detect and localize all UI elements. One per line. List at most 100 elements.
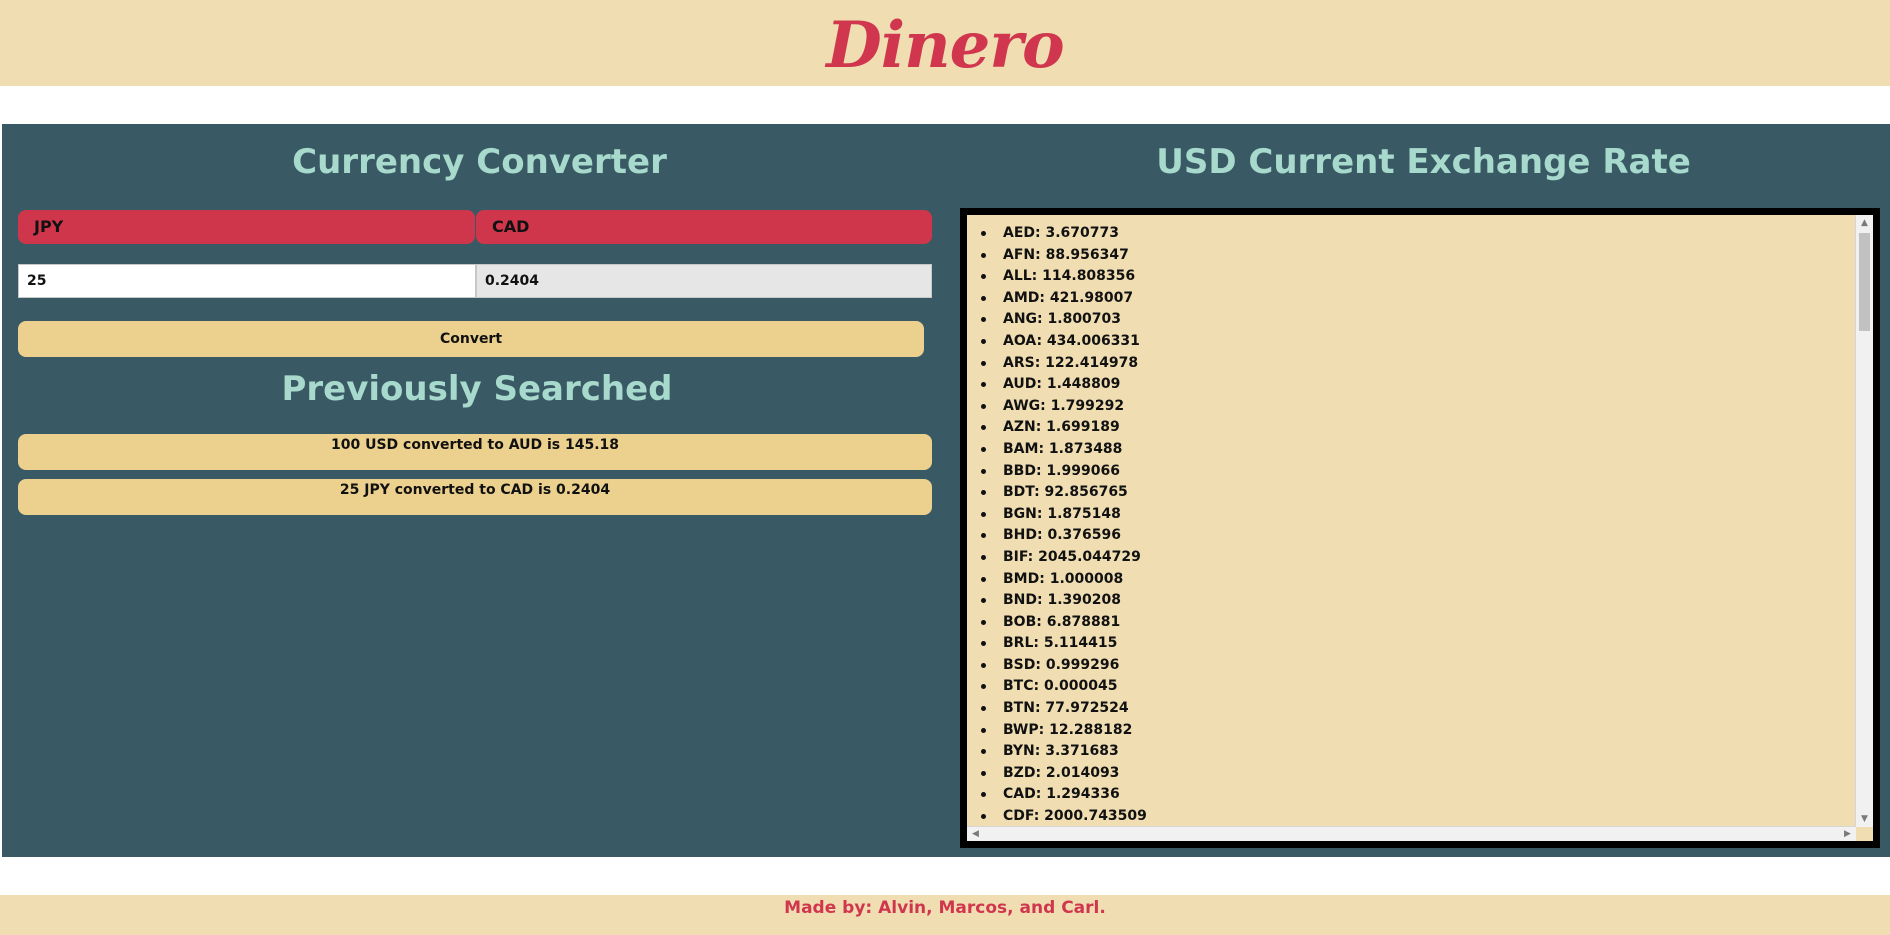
to-currency-select[interactable]: CAD [476,210,932,244]
bullet-icon [981,425,986,431]
history-item[interactable]: 100 USD converted to AUD is 145.18 [18,434,932,470]
exchange-rate-item: ANG: 1.800703 [977,311,1147,333]
exchange-rate-item: BMD: 1.000008 [977,571,1147,593]
exchange-rate-list: AED: 3.670773 AFN: 88.956347 ALL: 114.8083… [977,225,1147,830]
exchange-rate-item: AUD: 1.448809 [977,376,1147,398]
bullet-icon [981,231,986,236]
bullet-icon [981,641,986,647]
exchange-rate-item: CAD: 1.294336 [977,786,1147,808]
exchange-rate-text: BBD: 1.999066 [1003,462,1120,479]
exchange-rate-item: BSD: 0.999296 [977,657,1147,679]
bullet-icon [981,598,986,604]
bullet-icon [981,684,986,690]
from-currency-select[interactable]: JPY [18,210,475,244]
convert-button[interactable]: Convert [18,321,924,357]
exchange-rate-text: ANG: 1.800703 [1003,311,1122,328]
bullet-icon [981,360,986,366]
exchange-rate-text: BMD: 1.000008 [1003,570,1124,587]
exchange-rate-text: CDF: 2000.743509 [1003,808,1147,825]
exchange-rate-panel: AED: 3.670773 AFN: 88.956347 ALL: 114.8083… [960,208,1880,848]
exchange-rate-item: BZD: 2.014093 [977,765,1147,787]
bullet-icon [981,792,986,798]
exchange-rate-text: BWP: 12.288182 [1003,721,1133,738]
bullet-icon [981,446,986,452]
exchange-rate-item: BWP: 12.288182 [977,722,1147,744]
bullet-icon [981,554,986,560]
scroll-up-arrow-icon[interactable]: ▲ [1856,215,1873,231]
bullet-icon [981,814,986,820]
exchange-rate-item: BYN: 3.371683 [977,743,1147,765]
exchange-rate-text: BTC: 0.000045 [1003,678,1118,695]
bullet-icon [981,576,986,582]
exchange-rate-text: BZD: 2.014093 [1003,764,1120,781]
exchange-rate-text: AOA: 434.006331 [1003,332,1140,349]
bullet-icon [981,490,986,496]
bullet-icon [981,317,986,323]
scroll-left-arrow-icon[interactable]: ◀ [967,826,984,841]
bullet-icon [981,295,986,301]
exchange-rate-item: BGN: 1.875148 [977,506,1147,528]
exchange-rate-item: AMD: 421.98007 [977,290,1147,312]
exchange-rate-item: BRL: 5.114415 [977,635,1147,657]
history-title: Previously Searched [281,369,673,409]
scroll-right-arrow-icon[interactable]: ▶ [1839,826,1856,841]
scroll-down-arrow-icon[interactable]: ▼ [1856,811,1873,827]
horizontal-scrollbar[interactable]: ◀ ▶ [967,826,1856,841]
bullet-icon [981,252,986,258]
converter-title: Currency Converter [292,142,667,182]
exchange-rate-item: AOA: 434.006331 [977,333,1147,355]
bullet-icon [981,662,986,668]
exchange-rate-text: CAD: 1.294336 [1003,786,1120,803]
exchange-rate-text: AUD: 1.448809 [1003,376,1121,393]
exchange-rate-item: BIF: 2045.044729 [977,549,1147,571]
exchange-rate-text: AMD: 421.98007 [1003,289,1134,306]
site-logo: Dinero [826,8,1064,83]
exchange-rate-item: AFN: 88.956347 [977,247,1147,269]
bullet-icon [981,511,986,517]
exchange-rate-text: AED: 3.670773 [1003,225,1119,241]
history-item[interactable]: 25 JPY converted to CAD is 0.2404 [18,479,932,515]
exchange-rate-item: BTN: 77.972524 [977,700,1147,722]
exchange-rate-item: BAM: 1.873488 [977,441,1147,463]
exchange-rate-item: BBD: 1.999066 [977,463,1147,485]
exchange-rate-text: BTN: 77.972524 [1003,700,1129,717]
bullet-icon [981,403,986,409]
exchange-rate-text: BHD: 0.376596 [1003,527,1121,544]
exchange-rate-text: BDT: 92.856765 [1003,484,1128,501]
exchange-rate-text: BOB: 6.878881 [1003,613,1121,630]
bullet-icon [981,382,986,388]
exchange-rate-text: BSD: 0.999296 [1003,656,1120,673]
exchange-rate-text: BGN: 1.875148 [1003,505,1121,522]
exchange-rate-item: ARS: 122.414978 [977,355,1147,377]
exchange-rate-text: ALL: 114.808356 [1003,268,1136,285]
vertical-scroll-thumb[interactable] [1859,233,1870,331]
exchange-rate-text: BND: 1.390208 [1003,592,1121,609]
exchange-rate-scroll-area[interactable]: AED: 3.670773 AFN: 88.956347 ALL: 114.8083… [967,215,1873,841]
exchange-rate-text: AZN: 1.699189 [1003,419,1120,436]
vertical-scrollbar[interactable]: ▲ ▼ [1855,215,1873,827]
exchange-rate-text: ARS: 122.414978 [1003,354,1139,371]
exchange-rate-item: AZN: 1.699189 [977,419,1147,441]
exchange-rate-item: AED: 3.670773 [977,225,1147,247]
exchange-rate-item: BDT: 92.856765 [977,484,1147,506]
exchange-rate-item: BHD: 0.376596 [977,527,1147,549]
bullet-icon [981,770,986,776]
exchange-rate-text: AWG: 1.799292 [1003,397,1125,414]
exchange-rate-title: USD Current Exchange Rate [1156,142,1691,182]
exchange-rate-text: BAM: 1.873488 [1003,440,1123,457]
bullet-icon [981,274,986,280]
bullet-icon [981,749,986,755]
site-header: Dinero [0,0,1890,86]
bullet-icon [981,533,986,539]
bullet-icon [981,338,986,344]
exchange-rate-item: BND: 1.390208 [977,592,1147,614]
exchange-rate-text: AFN: 88.956347 [1003,246,1129,263]
amount-input[interactable]: 25 [18,264,476,298]
exchange-rate-text: BIF: 2045.044729 [1003,548,1141,565]
bullet-icon [981,727,986,733]
main-panel: Currency Converter JPY CAD 25 0.2404 Con… [2,124,1890,857]
bullet-icon [981,619,986,625]
exchange-rate-text: BRL: 5.114415 [1003,635,1118,652]
result-field: 0.2404 [476,264,932,298]
exchange-rate-item: ALL: 114.808356 [977,268,1147,290]
